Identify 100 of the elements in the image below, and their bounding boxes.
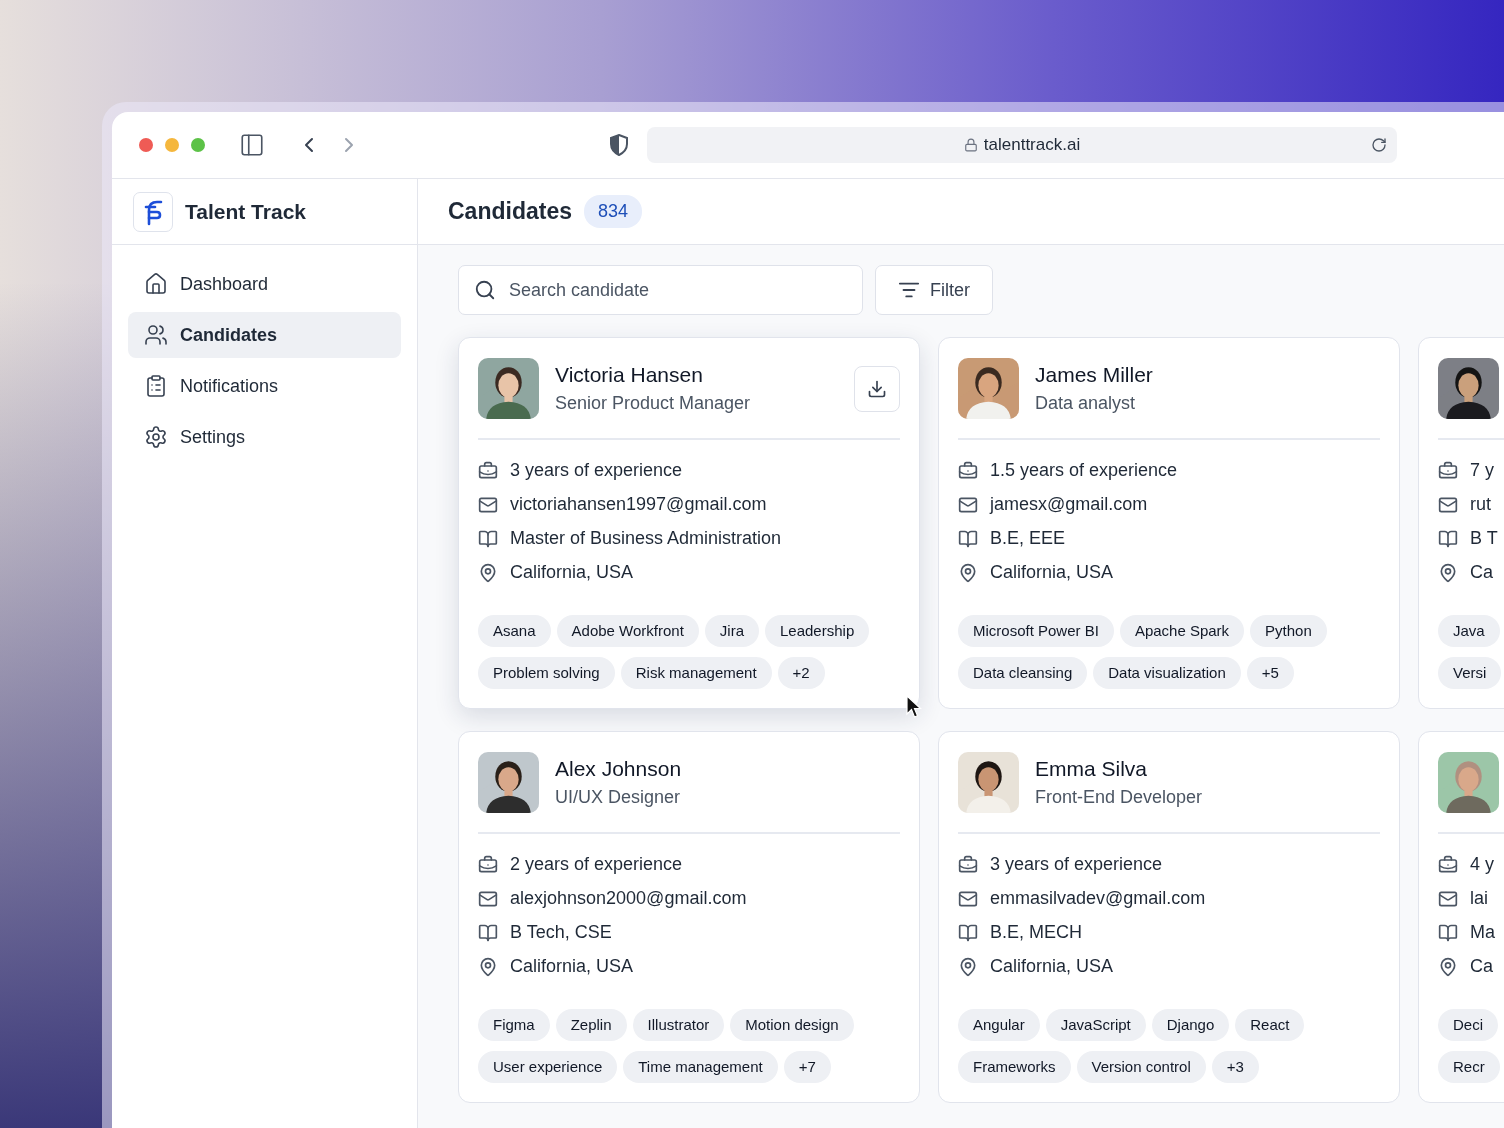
skill-tag: +5 (1246, 657, 1294, 689)
skill-tag: Apache Spark (1119, 615, 1245, 647)
clipboard-icon (144, 374, 168, 398)
education-text: Ma (1470, 922, 1495, 943)
email-text: jamesx@gmail.com (990, 494, 1148, 515)
email-text: emmasilvadev@gmail.com (990, 888, 1206, 909)
skill-tag: Motion design (730, 1009, 854, 1041)
experience-text: 1.5 years of experience (990, 460, 1178, 481)
book-icon (1438, 922, 1458, 943)
skill-tag: Adobe Workfront (556, 615, 699, 647)
download-button[interactable] (854, 365, 900, 412)
home-icon (144, 272, 168, 296)
close-window-button[interactable] (139, 138, 153, 152)
skill-tag: Illustrator (632, 1009, 725, 1041)
email-text: victoriahansen1997@gmail.com (510, 494, 767, 515)
location-pin-icon (478, 562, 498, 583)
candidate-card[interactable] (458, 337, 920, 709)
email-text: lai (1470, 888, 1488, 909)
skill-tag: +2 (777, 657, 825, 689)
lock-icon (963, 138, 978, 152)
cursor-icon (906, 695, 922, 719)
experience-text: 2 years of experience (510, 854, 683, 875)
location-pin-icon (958, 562, 978, 583)
nav-item[interactable]: Settings (128, 414, 401, 460)
candidate-card[interactable]: Emma Silva Front-End Developer 3 years of experience emmasilvadev@gmail.com B.E, MECH California, USA Angular JavaScript Django React Frameworks Version control +3 (938, 731, 1400, 1103)
nav-item[interactable]: Candidates (128, 312, 401, 358)
book-icon (478, 528, 498, 549)
shield-icon[interactable] (609, 134, 629, 156)
count-badge: 834 (584, 195, 643, 228)
nav-item[interactable]: Dashboard (128, 261, 401, 307)
search-field[interactable]: Search candidate (458, 265, 863, 315)
candidate-name: Alex Johnson (555, 757, 683, 781)
location-pin-icon (1438, 956, 1458, 977)
skill-tag: Zeplin (555, 1009, 627, 1041)
education-text: B Tech, CSE (510, 922, 612, 943)
education-text: B.E, EEE (990, 528, 1066, 549)
skill-tag: Recr (1438, 1051, 1500, 1083)
location-text: California, USA (510, 956, 634, 977)
book-icon (958, 528, 978, 549)
education-text: Master of Business Administration (510, 528, 782, 549)
candidate-card[interactable]: 7 y rut B T Ca Java Versi (1418, 337, 1504, 709)
candidate-role: Senior Product Manager (555, 393, 752, 414)
briefcase-icon (958, 854, 978, 875)
skill-tag: User experience (478, 1051, 618, 1083)
reload-icon[interactable] (1371, 137, 1387, 153)
candidate-name: Victoria Hansen (555, 363, 704, 387)
candidate-role: Data analyst (1035, 393, 1137, 414)
briefcase-icon (478, 854, 498, 875)
briefcase-icon (958, 460, 978, 481)
location-text: California, USA (990, 956, 1114, 977)
skill-tag: Figma (478, 1009, 550, 1041)
location-text: California, USA (510, 562, 634, 583)
education-text: B.E, MECH (990, 922, 1082, 943)
nav-item[interactable]: Notifications (128, 363, 401, 409)
location-text: California, USA (990, 562, 1114, 583)
skill-tag: React (1235, 1009, 1305, 1041)
skill-tag: Versi (1438, 657, 1502, 689)
skill-tag: Frameworks (958, 1051, 1071, 1083)
skill-tag: Angular (958, 1009, 1040, 1041)
candidate-role: Front-End Developer (1035, 787, 1204, 808)
briefcase-icon (1438, 460, 1458, 481)
candidate-card[interactable]: Alex Johnson UI/UX Designer 2 years of experience alexjohnson2000@gmail.com B Tech, CSE California, USA Figma Zeplin Illustrator Motion design User experience Time management +7 (458, 731, 920, 1103)
download-icon (867, 378, 887, 399)
brand-name: Talent Track (185, 199, 306, 224)
skill-tag: Risk management (620, 657, 772, 689)
skill-tag: Python (1250, 615, 1327, 647)
location-text: Ca (1470, 562, 1493, 583)
skill-tag: +3 (1211, 1051, 1259, 1083)
skill-tag: Problem solving (478, 657, 615, 689)
skill-tag: JavaScript (1045, 1009, 1146, 1041)
location-pin-icon (958, 956, 978, 977)
email-text: rut (1470, 494, 1491, 515)
book-icon (958, 922, 978, 943)
sidebar-toggle-icon[interactable] (239, 132, 265, 158)
users-icon (144, 323, 168, 347)
skill-tag: Deci (1438, 1009, 1498, 1041)
skill-tag: Leadership (765, 615, 870, 647)
search-icon (474, 279, 496, 301)
settings-icon (144, 425, 168, 449)
briefcase-icon (1438, 854, 1458, 875)
filter-button[interactable]: Filter (875, 265, 993, 315)
skill-tag: Microsoft Power BI (958, 615, 1114, 647)
email-text: alexjohnson2000@gmail.com (510, 888, 747, 909)
briefcase-icon (478, 460, 498, 481)
location-pin-icon (478, 956, 498, 977)
experience-text: 3 years of experience (510, 460, 683, 481)
address-bar[interactable]: talenttrack.ai (647, 127, 1397, 163)
skill-tag: +7 (783, 1051, 831, 1083)
book-icon (1438, 528, 1458, 549)
candidate-card[interactable]: James Miller Data analyst 1.5 years of experience jamesx@gmail.com B.E, EEE California, USA Microsoft Power BI Apache Spark Python Data cleansing Data visualization +5 (938, 337, 1400, 709)
candidate-role: UI/UX Designer (555, 787, 682, 808)
experience-text: 7 y (1470, 460, 1494, 481)
candidate-card[interactable]: 4 y lai Ma Ca Deci Recr (1418, 731, 1504, 1103)
experience-text: 4 y (1470, 854, 1494, 875)
location-text: Ca (1470, 956, 1493, 977)
skill-tag: Data cleansing (958, 657, 1088, 689)
page-title: Candidates (448, 198, 572, 225)
education-text: B T (1470, 528, 1498, 549)
url-text: talenttrack.ai (983, 135, 1081, 155)
book-icon (478, 922, 498, 943)
